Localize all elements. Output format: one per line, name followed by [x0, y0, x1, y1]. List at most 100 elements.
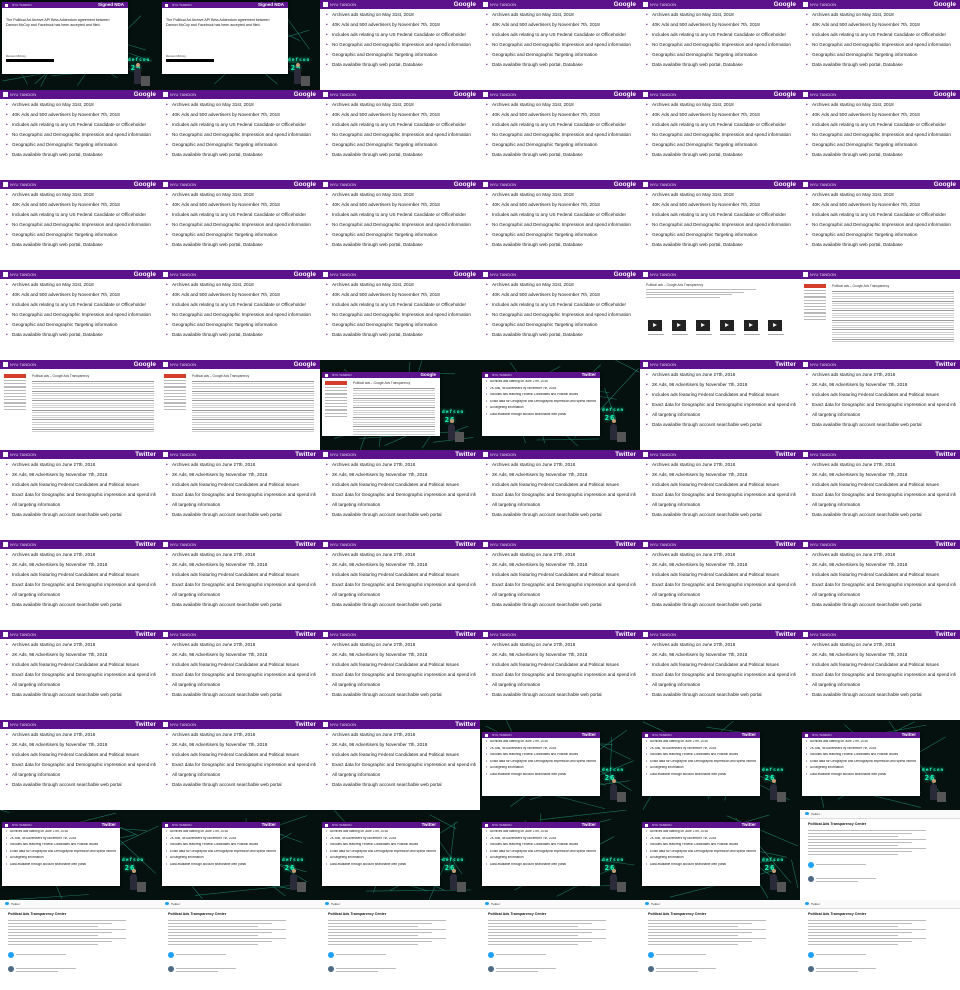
slide-thumbnail[interactable]: NYU TANDON Google Archives ads starting on… [480, 180, 640, 270]
bullet-item: Includes ads relating to any US Federal … [486, 302, 636, 307]
slide-thumbnail[interactable]: NYU TANDON Twitter Archives ads starting o… [480, 720, 640, 810]
slide-thumbnail[interactable]: NYU TANDON Twitter Archives ads starting o… [640, 630, 800, 720]
slide-thumbnail[interactable]: NYU TANDON Signed NDA The Political Ad Arc… [0, 0, 160, 90]
slide-header-bar: NYU TANDON Twitter [0, 450, 160, 459]
slide-thumbnail[interactable]: NYU TANDON Google Archives ads starting on… [160, 180, 320, 270]
slide-thumbnail[interactable]: Twitter Political Ads Transparency Center [800, 810, 960, 900]
slide-thumbnail[interactable]: NYU TANDON Google Archives ads starting on… [800, 180, 960, 270]
platform-title: Twitter [455, 721, 476, 728]
slide-thumbnail[interactable]: NYU TANDON Twitter Archives ads starting o… [0, 450, 160, 540]
slide-thumbnail[interactable]: NYU TANDON Google Archives ads starting on… [320, 0, 480, 90]
slide-thumbnail[interactable]: Twitter Political Ads Transparency Center [0, 900, 160, 990]
slide-thumbnail[interactable]: NYU TANDON Twitter Archives ads starting o… [160, 540, 320, 630]
bullet-item: Data available through account searchabl… [646, 692, 796, 697]
slide-thumbnail[interactable]: NYU TANDON Twitter Archives ads starting o… [640, 450, 800, 540]
slide-inset: NYU TANDON Google Political ads – Google A… [322, 372, 440, 436]
bullet-list: Archives ads starting on June 27th, 2018… [806, 642, 956, 702]
slide-thumbnail[interactable]: NYU TANDON Signed NDA The Political Ad Arc… [160, 0, 320, 90]
bullet-item: Archives ads starting on June 27th, 2018 [166, 830, 276, 834]
video-thumbnail[interactable] [672, 320, 686, 331]
bullet-item: Exact data for Geographic and Demographi… [486, 582, 636, 587]
slide-thumbnail[interactable]: NYU TANDON Google Archives ads starting on… [320, 90, 480, 180]
slide-thumbnail[interactable]: NYU TANDON Google Archives ads starting on… [320, 270, 480, 360]
bullet-item: Exact data for Geographic and Demographi… [646, 402, 796, 407]
slide-thumbnail[interactable]: Twitter Political Ads Transparency Center [640, 900, 800, 990]
video-thumbnail[interactable] [720, 320, 734, 331]
slide-thumbnail[interactable]: NYU TANDON Twitter Archives ads starting o… [640, 720, 800, 810]
slide-thumbnail[interactable]: NYU TANDON Google Political ads – Google A… [0, 360, 160, 450]
bullet-item: Data available through account searchabl… [166, 782, 316, 787]
slide-thumbnail[interactable]: NYU TANDON Political ads – Google Ads Tra… [640, 270, 800, 360]
slide-thumbnail[interactable]: NYU TANDON Twitter Archives ads starting o… [160, 450, 320, 540]
slide-thumbnail[interactable]: NYU TANDON Google Archives ads starting on… [0, 90, 160, 180]
slide-thumbnail[interactable]: NYU TANDON Twitter Archives ads starting o… [480, 360, 640, 450]
platform-title: Google [613, 181, 636, 188]
slide-thumbnail[interactable]: NYU TANDON Political ads – Google Ads Tra… [800, 270, 960, 360]
slide-thumbnail[interactable]: Twitter Political Ads Transparency Center [800, 900, 960, 990]
nda-body-text: The Political Ad Archive API Beta Addend… [166, 18, 270, 27]
slide-thumbnail[interactable]: NYU TANDON Twitter Archives ads starting o… [160, 630, 320, 720]
slide-thumbnail[interactable]: NYU TANDON Twitter Archives ads starting o… [0, 630, 160, 720]
slide-thumbnail[interactable]: NYU TANDON Google Archives ads starting on… [320, 180, 480, 270]
slide-thumbnail[interactable]: NYU TANDON Twitter Archives ads starting o… [320, 810, 480, 900]
brand-label: NYU TANDON [810, 452, 837, 457]
speaker-figure [448, 419, 455, 440]
slide-thumbnail[interactable]: NYU TANDON Twitter Archives ads starting o… [800, 540, 960, 630]
slide-thumbnail[interactable]: NYU TANDON Twitter Archives ads starting o… [160, 810, 320, 900]
slide-thumbnail[interactable]: NYU TANDON Twitter Archives ads starting o… [800, 450, 960, 540]
slide-thumbnail[interactable]: NYU TANDON Google Archives ads starting on… [640, 0, 800, 90]
slide-thumbnail[interactable]: NYU TANDON Google Archives ads starting on… [800, 0, 960, 90]
slide-thumbnail[interactable]: NYU TANDON Twitter Archives ads starting o… [160, 720, 320, 810]
slide-thumbnail[interactable]: NYU TANDON Twitter Archives ads starting o… [640, 540, 800, 630]
slide-thumbnail[interactable]: NYU TANDON Twitter Archives ads starting o… [0, 810, 160, 900]
slide-thumbnail[interactable]: NYU TANDON Google Archives ads starting on… [160, 90, 320, 180]
video-thumbnail[interactable] [648, 320, 662, 331]
video-thumbnail[interactable] [696, 320, 710, 331]
slide-thumbnail[interactable]: NYU TANDON Google Archives ads starting on… [640, 90, 800, 180]
slide-thumbnail[interactable]: NYU TANDON Google Political ads – Google A… [160, 360, 320, 450]
text-line [8, 944, 98, 946]
slide-thumbnail[interactable]: NYU TANDON Twitter Archives ads starting o… [0, 540, 160, 630]
slide-thumbnail[interactable]: NYU TANDON Google Archives ads starting on… [480, 270, 640, 360]
text-line [168, 920, 286, 922]
slide-thumbnail[interactable]: NYU TANDON Google Archives ads starting on… [0, 270, 160, 360]
video-thumbnail[interactable] [768, 320, 782, 331]
slide-thumbnail[interactable]: NYU TANDON Twitter Archives ads starting o… [480, 630, 640, 720]
table-row [832, 336, 954, 338]
slide-thumbnail[interactable]: NYU TANDON Twitter Archives ads starting o… [320, 630, 480, 720]
slide-thumbnail[interactable]: NYU TANDON Twitter Archives ads starting o… [320, 450, 480, 540]
slide-thumbnail[interactable]: NYU TANDON Twitter Archives ads starting o… [800, 630, 960, 720]
slide-thumbnail[interactable]: NYU TANDON Google Archives ads starting on… [160, 270, 320, 360]
video-thumbnail[interactable] [744, 320, 758, 331]
slide-thumbnail[interactable]: Twitter Political Ads Transparency Center [160, 900, 320, 990]
slide-header-bar: NYU TANDON Twitter [160, 450, 320, 459]
text-line [808, 839, 926, 841]
table-row [353, 428, 435, 430]
slide-thumbnail[interactable]: NYU TANDON Google Political ads – Google A… [320, 360, 480, 450]
slide-thumbnail[interactable]: NYU TANDON Twitter Archives ads starting o… [320, 540, 480, 630]
slide-thumbnail[interactable]: NYU TANDON Google Archives ads starting on… [480, 0, 640, 90]
slide-thumbnail[interactable]: NYU TANDON Google Archives ads starting on… [800, 90, 960, 180]
slide-thumbnail[interactable]: NYU TANDON Twitter Archives ads starting o… [0, 720, 160, 810]
bullet-item: No Geographic and Demographic Impression… [326, 222, 476, 227]
slide-thumbnail[interactable]: NYU TANDON Google Archives ads starting on… [0, 180, 160, 270]
nyu-logo-icon [323, 182, 328, 187]
slide-thumbnail[interactable]: NYU TANDON Twitter Archives ads starting o… [800, 720, 960, 810]
bullet-list: Archives ads starting on June 27th, 2018… [6, 830, 116, 869]
twitter-header-label: Twitter [811, 902, 820, 906]
slide-thumbnail[interactable]: NYU TANDON Twitter Archives ads starting o… [480, 450, 640, 540]
user-avatar-icon [808, 876, 814, 882]
slide-thumbnail[interactable]: NYU TANDON Twitter Archives ads starting o… [480, 810, 640, 900]
slide-thumbnail[interactable]: NYU TANDON Google Archives ads starting on… [640, 180, 800, 270]
slide-thumbnail[interactable]: NYU TANDON Twitter Archives ads starting o… [320, 720, 480, 810]
slide-thumbnail[interactable]: Twitter Political Ads Transparency Center [320, 900, 480, 990]
slide-thumbnail[interactable]: NYU TANDON Twitter Archives ads starting o… [640, 810, 800, 900]
nyu-logo-icon [485, 373, 488, 377]
slide-thumbnail[interactable]: NYU TANDON Twitter Archives ads starting o… [800, 360, 960, 450]
slide-thumbnail[interactable]: NYU TANDON Twitter Archives ads starting o… [640, 360, 800, 450]
slide-thumbnail[interactable]: NYU TANDON Twitter Archives ads starting o… [480, 540, 640, 630]
table-row [192, 381, 314, 382]
slide-thumbnail[interactable]: NYU TANDON Google Archives ads starting on… [480, 90, 640, 180]
twitter-bird-icon [485, 902, 489, 905]
slide-thumbnail[interactable]: Twitter Political Ads Transparency Center [480, 900, 640, 990]
